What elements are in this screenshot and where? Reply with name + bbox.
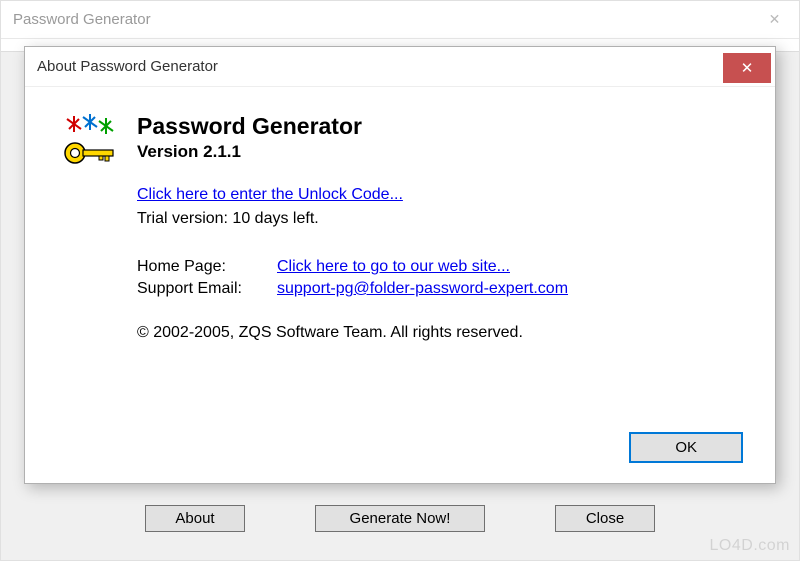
main-button-row: About Generate Now! Close xyxy=(1,505,799,532)
about-dialog: About Password Generator ✕ xyxy=(24,46,776,484)
home-page-label: Home Page: xyxy=(137,258,277,276)
app-version: Version 2.1.1 xyxy=(137,142,739,162)
home-page-row: Home Page: Click here to go to our web s… xyxy=(137,258,739,276)
close-button[interactable]: Close xyxy=(555,505,655,532)
home-page-link[interactable]: Click here to go to our web site... xyxy=(277,258,510,276)
app-name: Password Generator xyxy=(137,113,739,140)
support-email-row: Support Email: support-pg@folder-passwor… xyxy=(137,280,739,298)
ok-button-container: OK xyxy=(629,432,743,463)
about-titlebar: About Password Generator ✕ xyxy=(25,47,775,87)
trial-status: Trial version: 10 days left. xyxy=(137,210,739,228)
close-icon: ✕ xyxy=(769,11,781,28)
about-text-block: Password Generator Version 2.1.1 Click h… xyxy=(137,113,739,342)
support-email-label: Support Email: xyxy=(137,280,277,298)
main-window-title: Password Generator xyxy=(13,11,151,28)
generate-button[interactable]: Generate Now! xyxy=(315,505,485,532)
about-close-button[interactable]: ✕ xyxy=(723,53,771,83)
ok-button[interactable]: OK xyxy=(629,432,743,463)
main-titlebar: Password Generator ✕ xyxy=(1,1,799,39)
support-email-link[interactable]: support-pg@folder-password-expert.com xyxy=(277,280,568,298)
close-icon: ✕ xyxy=(741,59,754,77)
app-key-icon xyxy=(61,113,119,171)
about-dialog-title: About Password Generator xyxy=(37,58,218,75)
about-button[interactable]: About xyxy=(145,505,245,532)
unlock-code-link[interactable]: Click here to enter the Unlock Code... xyxy=(137,186,403,203)
about-content: Password Generator Version 2.1.1 Click h… xyxy=(25,87,775,352)
copyright-text: © 2002-2005, ZQS Software Team. All righ… xyxy=(137,324,739,342)
main-close-button[interactable]: ✕ xyxy=(752,5,797,35)
